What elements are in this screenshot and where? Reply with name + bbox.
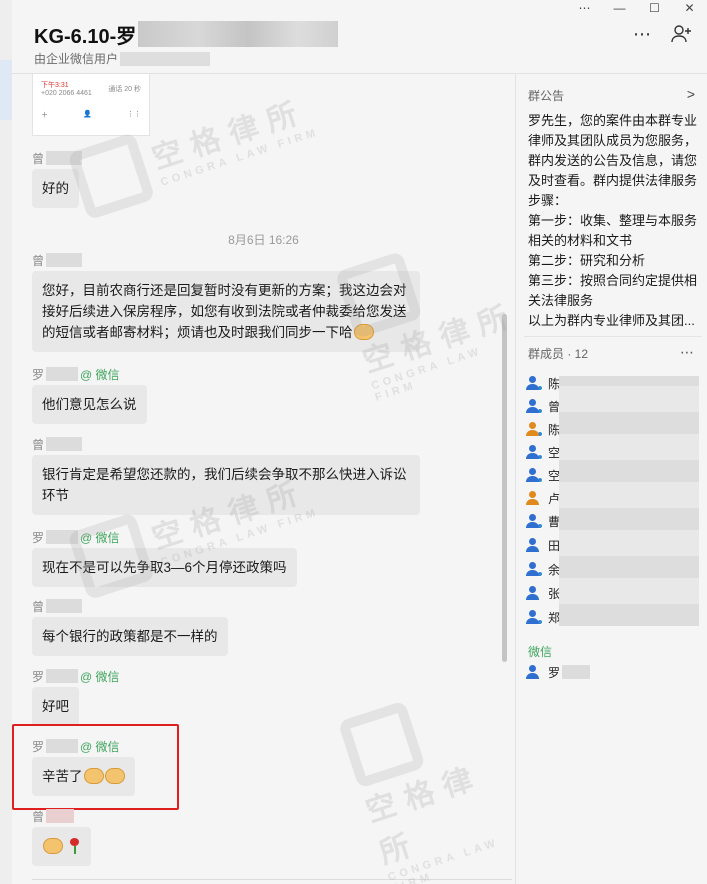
chat-message-area[interactable]: 下午3:31 +020 2066 4461 通话 20 秒 ＋ 👤 ⋮⋮ 曾 好的 … — [12, 74, 515, 884]
subtitle-row: 由企业微信用户 — [34, 50, 211, 67]
chat-scrollbar[interactable] — [502, 314, 507, 662]
user-icon — [526, 376, 543, 391]
header-actions: ⋯ — [631, 24, 693, 44]
message-bubble[interactable]: 现在不是可以先争取3—6个月停还政策吗 — [32, 548, 297, 587]
window-controls: ⋯ — ☐ ✕ — [567, 0, 707, 16]
selected-conversation-indicator — [0, 60, 12, 120]
message: 罗 @ 微信 他们意见怎么说 — [32, 366, 147, 424]
message-sender: 曾 — [32, 808, 91, 824]
handshake-emoji-icon — [43, 838, 63, 854]
member-item[interactable]: 陈 — [526, 419, 560, 439]
message-sender: 罗 @ 微信 — [32, 530, 120, 545]
watermark-logo-icon — [337, 700, 426, 789]
thumb-icons: ＋ 👤 ⋮⋮ — [41, 111, 141, 119]
member-item[interactable]: 曾 — [526, 396, 560, 416]
call-screenshot-thumbnail[interactable]: 下午3:31 +020 2066 4461 通话 20 秒 ＋ 👤 ⋮⋮ — [32, 74, 150, 136]
user-icon — [526, 514, 543, 529]
members-more-icon[interactable]: ⋯ — [680, 344, 695, 361]
message: 曾 银行肯定是希望您还款的，我们后续会争取不那么快进入诉讼环节 — [32, 436, 420, 515]
redacted-name — [46, 367, 79, 381]
user-icon — [526, 468, 543, 483]
message-sender: 罗 @ 微信 — [32, 669, 120, 684]
message-bubble[interactable]: 您好，目前农商行还是回复暂时没有更新的方案；我这边会对接好后续进入保房程序，如您… — [32, 271, 420, 352]
thumb-time: 下午3:31 — [41, 82, 69, 89]
user-icon — [526, 422, 543, 437]
user-icon — [526, 586, 540, 600]
message: 曾 您好，目前农商行还是回复暂时没有更新的方案；我这边会对接好后续进入保房程序，… — [32, 252, 420, 352]
member-item[interactable]: 田 — [526, 535, 560, 555]
close-button[interactable]: ✕ — [672, 0, 707, 16]
member-item[interactable]: 郑 — [526, 607, 560, 627]
user-icon — [526, 399, 543, 414]
more-options-icon[interactable]: ⋯ — [631, 24, 653, 44]
redacted-member-names — [559, 376, 699, 626]
message-bubble[interactable]: 银行肯定是希望您还款的，我们后续会争取不那么快进入诉讼环节 — [32, 455, 420, 515]
group-info-sidebar: 群公告 > 罗先生，您的案件由本群专业律师及其团队成员为您服务，群内发送的公告及… — [515, 74, 707, 884]
add-member-icon[interactable] — [671, 24, 693, 44]
minimize-button[interactable]: — — [602, 0, 637, 16]
message-sender: 曾 — [32, 598, 228, 614]
watermark: 空格律所 CONGRA LAW FIRM — [337, 675, 515, 884]
notice-expand-icon[interactable]: > — [687, 86, 695, 102]
group-notice-text[interactable]: 罗先生，您的案件由本群专业律师及其团队成员为您服务，群内发送的公告及信息，请您及… — [528, 111, 698, 351]
redacted-name — [46, 253, 83, 267]
message-bubble[interactable]: 好吧 — [32, 687, 79, 726]
message-sender: 曾 — [32, 436, 420, 452]
member-item[interactable]: 空 — [526, 465, 560, 485]
member-item[interactable]: 余 — [526, 559, 560, 579]
user-icon — [526, 445, 543, 460]
date-separator: 8月6日 16:26 — [228, 233, 299, 247]
user-icon — [526, 562, 543, 577]
user-icon — [526, 491, 540, 505]
thumb-phone: +020 2066 4461 — [41, 90, 92, 97]
message-sender: 罗 @ 微信 — [32, 367, 120, 382]
message: 曾 好的 — [32, 150, 83, 208]
member-item[interactable]: 曹 — [526, 511, 560, 531]
member-item[interactable]: 罗 — [526, 662, 591, 682]
message: 罗 @ 微信 现在不是可以先争取3—6个月停还政策吗 — [32, 529, 297, 587]
message-sender: 曾 — [32, 150, 83, 166]
members-title: 群成员 · 12 — [528, 347, 589, 361]
member-item[interactable]: 卢 — [526, 488, 560, 508]
title-row: KG-6.10-罗 — [34, 21, 339, 48]
member-item[interactable]: 张 — [526, 583, 560, 603]
redacted-name — [46, 599, 83, 613]
redacted-name — [46, 669, 79, 683]
message: 曾 — [32, 808, 91, 866]
redacted-name — [562, 665, 591, 679]
chat-title: KG-6.10-罗 — [34, 25, 137, 48]
highlight-box — [12, 724, 179, 810]
message: 罗 @ 微信 好吧 — [32, 668, 120, 726]
window-more-button[interactable]: ⋯ — [567, 0, 602, 16]
input-divider — [32, 879, 512, 880]
left-rail — [0, 0, 12, 884]
message-sender: 曾 — [32, 252, 420, 268]
thumb-duration: 通话 20 秒 — [108, 86, 141, 93]
user-icon — [526, 538, 540, 552]
maximize-button[interactable]: ☐ — [637, 0, 672, 16]
chat-subtitle: 由企业微信用户 — [34, 52, 119, 66]
redacted-title — [138, 21, 339, 47]
redacted-name — [46, 809, 75, 823]
chat-header: KG-6.10-罗 由企业微信用户 ⋯ — ☐ ✕ ⋯ — [12, 0, 707, 74]
redacted-subtitle — [120, 51, 211, 66]
message-bubble[interactable] — [32, 827, 91, 866]
rose-emoji-icon — [67, 838, 81, 854]
member-item[interactable]: 陈 — [526, 373, 560, 393]
redacted-name — [46, 437, 83, 451]
message-bubble[interactable]: 好的 — [32, 169, 79, 208]
user-icon — [526, 610, 543, 625]
user-icon — [526, 665, 540, 679]
sidebar-divider — [524, 336, 702, 337]
wechat-group-title: 微信 — [528, 645, 553, 659]
notice-title: 群公告 — [528, 89, 565, 103]
handshake-emoji-icon — [353, 324, 374, 340]
redacted-name — [46, 151, 83, 165]
message-bubble[interactable]: 他们意见怎么说 — [32, 385, 147, 424]
redacted-name — [46, 530, 79, 544]
message: 曾 每个银行的政策都是不一样的 — [32, 598, 228, 656]
member-item[interactable]: 空 — [526, 442, 560, 462]
message-bubble[interactable]: 每个银行的政策都是不一样的 — [32, 617, 228, 656]
